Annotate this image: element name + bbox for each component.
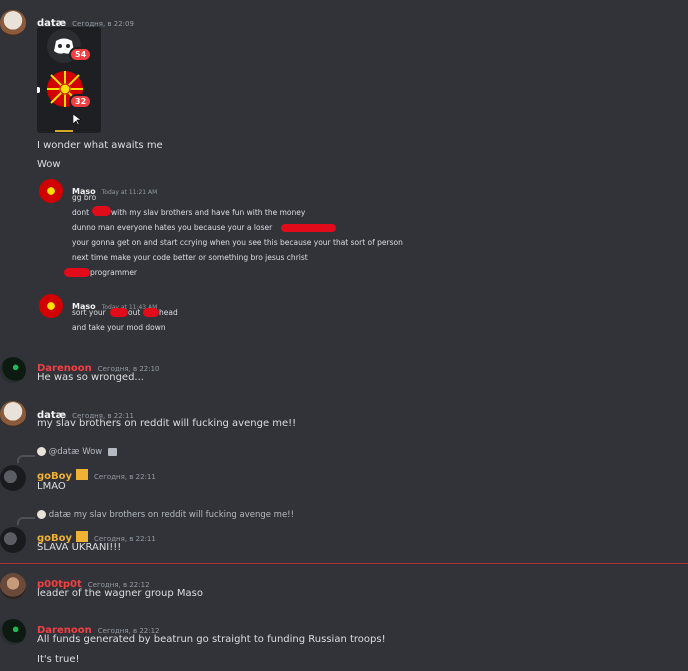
unread-badge: 54 (69, 47, 93, 62)
unread-badge: 32 (69, 94, 93, 109)
redaction-mark (281, 224, 336, 232)
new-messages-divider (0, 563, 688, 564)
message-text: LMAO (37, 481, 66, 492)
scroll-indicator (55, 130, 73, 132)
avatar[interactable] (0, 357, 26, 383)
message-text: He was so wronged... (37, 372, 144, 383)
timestamp: Today at 11:21 AM (101, 189, 158, 196)
reply-spine (17, 455, 35, 463)
message-text: It's true! (37, 654, 80, 665)
quoted-line: your gonna get on and start ccrying when… (72, 238, 403, 247)
reply-text: datæ my slav brothers on reddit will fuc… (48, 510, 294, 520)
avatar[interactable] (0, 401, 26, 427)
avatar[interactable] (0, 10, 26, 36)
avatar (37, 510, 46, 519)
server-tag-icon (76, 469, 89, 480)
quoted-line: sort your (72, 308, 106, 317)
reply-spine (17, 517, 35, 525)
redaction-mark (143, 308, 159, 317)
avatar (37, 447, 46, 456)
quoted-line: programmer (90, 268, 138, 277)
reply-image-icon (107, 447, 117, 456)
reply-preview[interactable]: datæ my slav brothers on reddit will fuc… (37, 510, 294, 520)
avatar[interactable] (0, 573, 26, 599)
reply-text: @datæ Wow (48, 447, 103, 457)
message-text: Wow (37, 159, 61, 170)
message-text: my slav brothers on reddit will fucking … (37, 418, 297, 429)
reply-preview[interactable]: @datæ Wow (37, 447, 117, 457)
avatar[interactable] (0, 465, 26, 491)
attached-screenshot[interactable]: 54 32 (37, 27, 101, 133)
avatar (39, 294, 63, 318)
quoted-line: dunno man everyone hates you because you… (72, 223, 273, 232)
quoted-line: with my slav brothers and have fun with … (111, 208, 306, 217)
timestamp: Сегодня, в 22:11 (94, 473, 156, 481)
message-text: SLAVA UKRANI!!! (37, 542, 122, 553)
avatar (39, 179, 63, 203)
quoted-line: out (128, 308, 141, 317)
message-text: I wonder what awaits me (37, 140, 163, 151)
avatar[interactable] (0, 619, 26, 645)
message-text: leader of the wagner group Maso (37, 588, 203, 599)
message-text: All funds generated by beatrun go straig… (37, 634, 386, 645)
cursor-icon (72, 111, 82, 130)
quoted-line: gg bro (72, 193, 97, 202)
redaction-mark (110, 308, 128, 317)
quoted-line: and take your mod down (72, 323, 166, 332)
redaction-mark (64, 268, 90, 277)
quoted-line: next time make your code better or somet… (72, 253, 308, 262)
redaction-mark (92, 206, 111, 216)
avatar[interactable] (0, 527, 26, 553)
server-tag-icon (76, 531, 89, 542)
quoted-line: head (159, 308, 178, 317)
server-indicator (37, 87, 40, 93)
quoted-line: dont (72, 208, 90, 217)
